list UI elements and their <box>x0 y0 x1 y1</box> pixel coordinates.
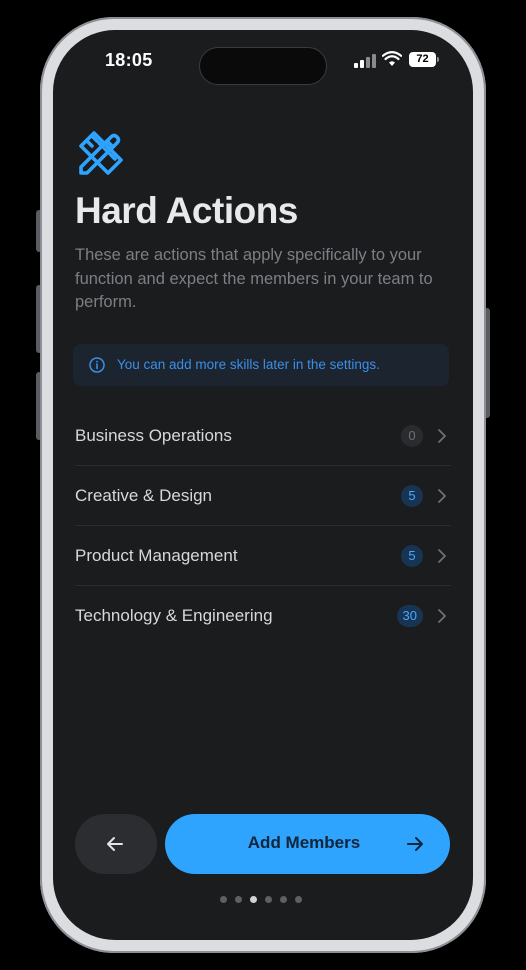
page-dot <box>265 896 272 903</box>
page-indicator <box>220 896 306 904</box>
info-banner: You can add more skills later in the set… <box>73 344 449 386</box>
page-dot <box>280 896 287 903</box>
arrow-left-icon <box>107 837 123 851</box>
skill-category-label: Creative & Design <box>75 486 213 505</box>
status-time: 18:05 <box>105 50 153 70</box>
add-members-button[interactable]: Add Members <box>165 814 450 874</box>
skill-category-label: Technology & Engineering <box>75 606 273 625</box>
battery-tip <box>437 57 439 62</box>
battery-icon: 72 <box>409 52 436 67</box>
skill-count-badge: 5 <box>401 545 423 567</box>
skill-category-row[interactable]: Business Operations 0 <box>75 406 451 466</box>
dynamic-island <box>199 47 327 85</box>
app-screen: 18:05 72 Hard Actions These are actions … <box>53 30 473 940</box>
info-icon <box>89 357 105 373</box>
chevron-right-icon <box>438 489 446 503</box>
wifi-icon <box>382 51 402 66</box>
page-title: Hard Actions <box>75 190 298 231</box>
page-dot <box>235 896 242 903</box>
skill-category-list: Business Operations 0 Creative & Design … <box>75 406 451 646</box>
back-button[interactable] <box>75 814 157 874</box>
add-members-label: Add Members <box>247 833 361 852</box>
skill-category-row[interactable]: Product Management 5 <box>75 526 451 586</box>
skill-category-label: Product Management <box>75 546 238 565</box>
chevron-right-icon <box>438 549 446 563</box>
skill-category-row[interactable]: Technology & Engineering 30 <box>75 586 451 646</box>
skill-count-badge: 0 <box>401 425 423 447</box>
chevron-right-icon <box>438 429 446 443</box>
pencil-ruler-icon <box>79 131 123 175</box>
info-banner-text: You can add more skills later in the set… <box>117 357 380 372</box>
skill-count-badge: 5 <box>401 485 423 507</box>
chevron-right-icon <box>438 609 446 623</box>
page-dot <box>295 896 302 903</box>
skill-count-badge: 30 <box>396 605 423 627</box>
status-bar: 18:05 72 <box>53 30 473 90</box>
arrow-right-icon <box>407 837 423 851</box>
signal-icon <box>354 54 376 68</box>
skill-category-label: Business Operations <box>75 426 232 445</box>
skill-category-row[interactable]: Creative & Design 5 <box>75 466 451 526</box>
page-description: These are actions that apply specificall… <box>75 246 433 311</box>
page-dot-current <box>250 896 257 903</box>
page-dot <box>220 896 227 903</box>
